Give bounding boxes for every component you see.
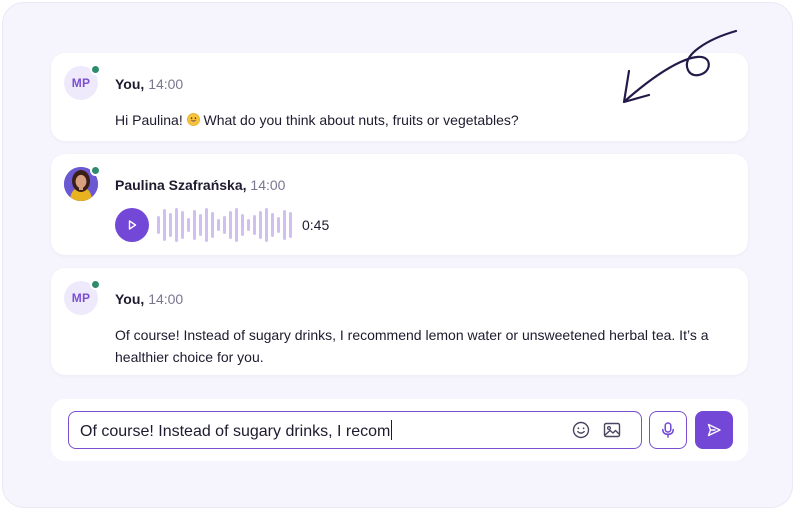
waveform-bar [265,208,268,242]
message-meta: Paulina Szafrańska, 14:00 [115,177,285,193]
send-icon [707,423,721,437]
message-input[interactable]: Of course! Instead of sugary drinks, I r… [68,411,642,449]
waveform-bar [193,210,196,240]
image-icon[interactable] [602,420,622,440]
voice-duration: 0:45 [302,217,330,233]
voice-message: 0:45 [115,207,329,243]
waveform-bar [271,213,274,237]
message-text-part: What do you think about nuts, fruits or … [203,112,519,128]
message-time: 14:00 [148,76,184,92]
waveform-bar [181,211,184,239]
audio-waveform[interactable] [157,207,292,243]
author-name: Paulina Szafrańska, [115,177,247,193]
online-status-dot [90,64,101,75]
hand-drawn-arrow-icon [622,29,738,104]
waveform-bar [187,218,190,232]
waveform-bar [163,209,166,241]
message-meta: You, 14:00 [115,291,183,307]
waveform-bar [289,212,292,238]
waveform-bar [247,219,250,231]
message-time: 14:00 [250,177,286,193]
online-status-dot [90,279,101,290]
avatar: MP [64,279,101,315]
waveform-bar [217,219,220,231]
message-meta: You, 14:00 [115,76,183,92]
waveform-bar [253,215,256,235]
play-button[interactable] [115,208,149,242]
waveform-bar [175,208,178,242]
waveform-bar [259,211,262,239]
waveform-bar [157,216,160,234]
avatar: MP [64,64,101,100]
waveform-bar [241,214,244,236]
microphone-icon [662,422,674,438]
waveform-bar [205,208,208,242]
message-text-part: Hi Paulina! [115,112,183,128]
message-text: Hi Paulina! What do you think about nuts… [115,109,715,131]
play-icon [128,220,137,230]
input-value-text: Of course! Instead of sugary drinks, I r… [80,423,391,440]
microphone-button[interactable] [649,411,687,449]
waveform-bar [223,216,226,234]
message-text: Of course! Instead of sugary drinks, I r… [115,327,709,365]
avatar [64,165,101,201]
waveform-bar [169,213,172,237]
message-card: Paulina Szafrańska, 14:00 0:45 [51,154,748,255]
waveform-bar [277,217,280,233]
message-input-value[interactable]: Of course! Instead of sugary drinks, I r… [80,420,393,441]
avatar-initials: MP [71,76,91,90]
message-card: MP You, 14:00 Of course! Instead of suga… [51,268,748,375]
avatar-initials: MP [71,291,91,305]
waveform-bar [199,214,202,236]
smiling-face-emoji-icon [186,113,200,126]
message-time: 14:00 [148,291,184,307]
text-caret [391,420,393,440]
send-button[interactable] [695,411,733,449]
message-composer: Of course! Instead of sugary drinks, I r… [51,399,748,461]
waveform-bar [229,211,232,239]
author-name: You, [115,291,145,307]
online-status-dot [90,165,101,176]
smile-icon[interactable] [571,420,591,440]
waveform-bar [211,212,214,238]
author-name: You, [115,76,145,92]
waveform-bar [283,210,286,240]
waveform-bar [235,208,238,242]
chat-window: MP You, 14:00 Hi Paulina! What do you th… [2,2,793,508]
